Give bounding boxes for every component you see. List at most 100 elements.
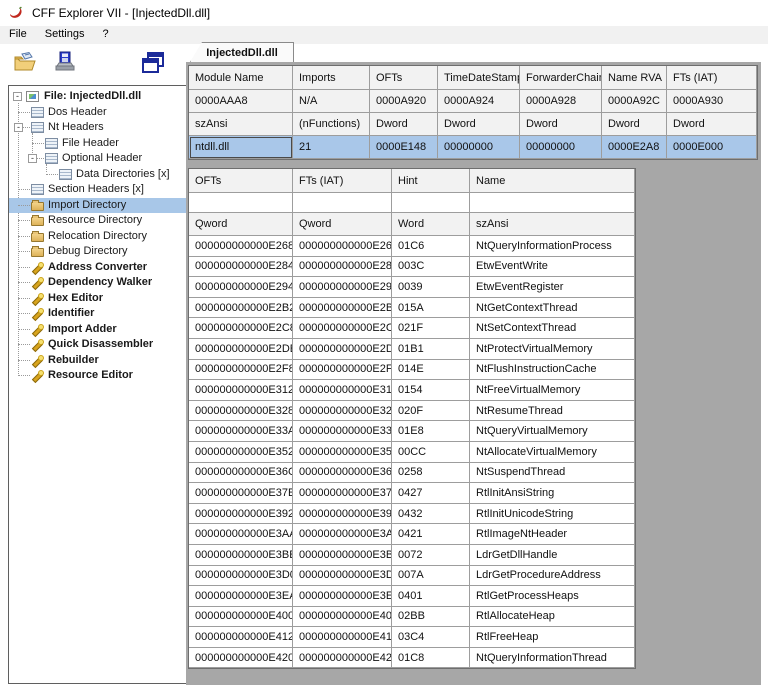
open-file-icon[interactable] <box>10 48 40 78</box>
import-function-row[interactable]: 000000000000E392 000000000000E392 0432 R… <box>189 504 635 525</box>
ft-cell[interactable]: 000000000000E328 <box>293 401 392 422</box>
fts-cell[interactable]: 0000E000 <box>667 136 757 159</box>
ofts-cell[interactable]: 0000E148 <box>370 136 438 159</box>
module-name-cell[interactable]: ntdll.dll <box>189 136 293 159</box>
oft-cell[interactable]: 000000000000E312 <box>189 380 293 401</box>
hint-cell[interactable]: 0072 <box>392 545 470 566</box>
oft-cell[interactable]: 000000000000E352 <box>189 442 293 463</box>
hint-cell[interactable]: 03C4 <box>392 627 470 648</box>
oft-cell[interactable]: 000000000000E284 <box>189 257 293 278</box>
hint-cell[interactable]: 01B1 <box>392 339 470 360</box>
oft-cell[interactable]: 000000000000E3BE <box>189 545 293 566</box>
imports-count-cell[interactable]: 21 <box>293 136 370 159</box>
ft-cell[interactable]: 000000000000E400 <box>293 607 392 628</box>
tree-item[interactable]: - Section Headers [x] <box>9 182 187 198</box>
oft-cell[interactable]: 000000000000E33A <box>189 421 293 442</box>
ft-cell[interactable]: 000000000000E312 <box>293 380 392 401</box>
function-name-cell[interactable]: NtSuspendThread <box>470 463 635 484</box>
function-name-cell[interactable]: NtQueryInformationProcess <box>470 236 635 257</box>
oft-cell[interactable]: 000000000000E3AA <box>189 524 293 545</box>
hint-cell[interactable]: 015A <box>392 298 470 319</box>
ft-cell[interactable]: 000000000000E2DE <box>293 339 392 360</box>
ft-cell[interactable]: 000000000000E3BE <box>293 545 392 566</box>
collapse-expander-icon[interactable]: - <box>14 123 23 132</box>
cascade-windows-icon[interactable] <box>138 48 168 78</box>
ft-cell[interactable]: 000000000000E36C <box>293 463 392 484</box>
menu-item[interactable]: Settings <box>36 26 94 43</box>
oft-cell[interactable]: 000000000000E2C8 <box>189 318 293 339</box>
oft-cell[interactable]: 000000000000E3D0 <box>189 566 293 587</box>
function-name-cell[interactable]: RtlInitUnicodeString <box>470 504 635 525</box>
import-function-row[interactable]: 000000000000E284 000000000000E284 003C E… <box>189 257 635 278</box>
function-name-cell[interactable]: NtProtectVirtualMemory <box>470 339 635 360</box>
function-name-cell[interactable]: NtFreeVirtualMemory <box>470 380 635 401</box>
hint-cell[interactable]: 0258 <box>392 463 470 484</box>
tree-item[interactable]: - Import Adder <box>9 322 187 338</box>
hint-cell[interactable]: 0039 <box>392 277 470 298</box>
oft-cell[interactable]: 000000000000E2F8 <box>189 360 293 381</box>
function-name-cell[interactable]: NtFlushInstructionCache <box>470 360 635 381</box>
namerva-cell[interactable]: 0000E2A8 <box>602 136 667 159</box>
hint-cell[interactable]: 0432 <box>392 504 470 525</box>
function-name-cell[interactable]: RtlAllocateHeap <box>470 607 635 628</box>
function-name-cell[interactable]: RtlInitAnsiString <box>470 483 635 504</box>
import-function-row[interactable]: 000000000000E268 000000000000E268 01C6 N… <box>189 236 635 257</box>
hint-cell[interactable]: 021F <box>392 318 470 339</box>
import-function-row[interactable]: 000000000000E3EA 000000000000E3EA 0401 R… <box>189 586 635 607</box>
function-name-cell[interactable]: RtlImageNtHeader <box>470 524 635 545</box>
function-name-cell[interactable]: LdrGetProcedureAddress <box>470 566 635 587</box>
import-function-row[interactable]: 000000000000E420 000000000000E420 01C8 N… <box>189 648 635 669</box>
function-name-cell[interactable]: NtResumeThread <box>470 401 635 422</box>
function-name-cell[interactable]: NtGetContextThread <box>470 298 635 319</box>
function-name-cell[interactable]: LdrGetDllHandle <box>470 545 635 566</box>
menu-item[interactable]: File <box>0 26 36 43</box>
oft-cell[interactable]: 000000000000E294 <box>189 277 293 298</box>
function-name-cell[interactable]: EtwEventWrite <box>470 257 635 278</box>
import-function-row[interactable]: 000000000000E352 000000000000E352 00CC N… <box>189 442 635 463</box>
function-name-cell[interactable]: EtwEventRegister <box>470 277 635 298</box>
import-function-row[interactable]: 000000000000E412 000000000000E412 03C4 R… <box>189 627 635 648</box>
tree-item[interactable]: - Identifier <box>9 306 187 322</box>
oft-cell[interactable]: 000000000000E420 <box>189 648 293 669</box>
tree-item[interactable]: - Quick Disassembler <box>9 337 187 353</box>
hint-cell[interactable]: 014E <box>392 360 470 381</box>
ft-cell[interactable]: 000000000000E2C8 <box>293 318 392 339</box>
hint-cell[interactable]: 01C6 <box>392 236 470 257</box>
hint-cell[interactable]: 0401 <box>392 586 470 607</box>
function-name-cell[interactable]: NtQueryInformationThread <box>470 648 635 669</box>
ft-cell[interactable]: 000000000000E412 <box>293 627 392 648</box>
import-function-row[interactable]: 000000000000E2C8 000000000000E2C8 021F N… <box>189 318 635 339</box>
tree-item[interactable]: - Resource Editor <box>9 368 187 384</box>
import-function-row[interactable]: 000000000000E37E 000000000000E37E 0427 R… <box>189 483 635 504</box>
oft-cell[interactable]: 000000000000E37E <box>189 483 293 504</box>
ft-cell[interactable]: 000000000000E268 <box>293 236 392 257</box>
hint-cell[interactable]: 01C8 <box>392 648 470 669</box>
function-name-cell[interactable]: RtlGetProcessHeaps <box>470 586 635 607</box>
import-function-row[interactable]: 000000000000E2DE 000000000000E2DE 01B1 N… <box>189 339 635 360</box>
import-function-row[interactable]: 000000000000E2B2 000000000000E2B2 015A N… <box>189 298 635 319</box>
function-name-cell[interactable]: NtSetContextThread <box>470 318 635 339</box>
import-function-row[interactable]: 000000000000E312 000000000000E312 0154 N… <box>189 380 635 401</box>
tree-item[interactable]: - Optional Header <box>9 151 187 167</box>
import-function-row[interactable]: 000000000000E33A 000000000000E33A 01E8 N… <box>189 421 635 442</box>
ft-cell[interactable]: 000000000000E33A <box>293 421 392 442</box>
oft-cell[interactable]: 000000000000E36C <box>189 463 293 484</box>
ft-cell[interactable]: 000000000000E37E <box>293 483 392 504</box>
timedatestamp-cell[interactable]: 00000000 <box>438 136 520 159</box>
oft-cell[interactable]: 000000000000E268 <box>189 236 293 257</box>
oft-cell[interactable]: 000000000000E2B2 <box>189 298 293 319</box>
ft-cell[interactable]: 000000000000E3AA <box>293 524 392 545</box>
function-name-cell[interactable]: NtQueryVirtualMemory <box>470 421 635 442</box>
function-name-cell[interactable]: RtlFreeHeap <box>470 627 635 648</box>
import-function-row[interactable]: 000000000000E400 000000000000E400 02BB R… <box>189 607 635 628</box>
oft-cell[interactable]: 000000000000E400 <box>189 607 293 628</box>
ft-cell[interactable]: 000000000000E352 <box>293 442 392 463</box>
hint-cell[interactable]: 0421 <box>392 524 470 545</box>
import-function-row[interactable]: 000000000000E294 000000000000E294 0039 E… <box>189 277 635 298</box>
oft-cell[interactable]: 000000000000E3EA <box>189 586 293 607</box>
forwarderchain-cell[interactable]: 00000000 <box>520 136 602 159</box>
collapse-expander-icon[interactable]: - <box>28 154 37 163</box>
tree-item[interactable]: - Address Converter <box>9 260 187 276</box>
ft-cell[interactable]: 000000000000E392 <box>293 504 392 525</box>
ft-cell[interactable]: 000000000000E3D0 <box>293 566 392 587</box>
